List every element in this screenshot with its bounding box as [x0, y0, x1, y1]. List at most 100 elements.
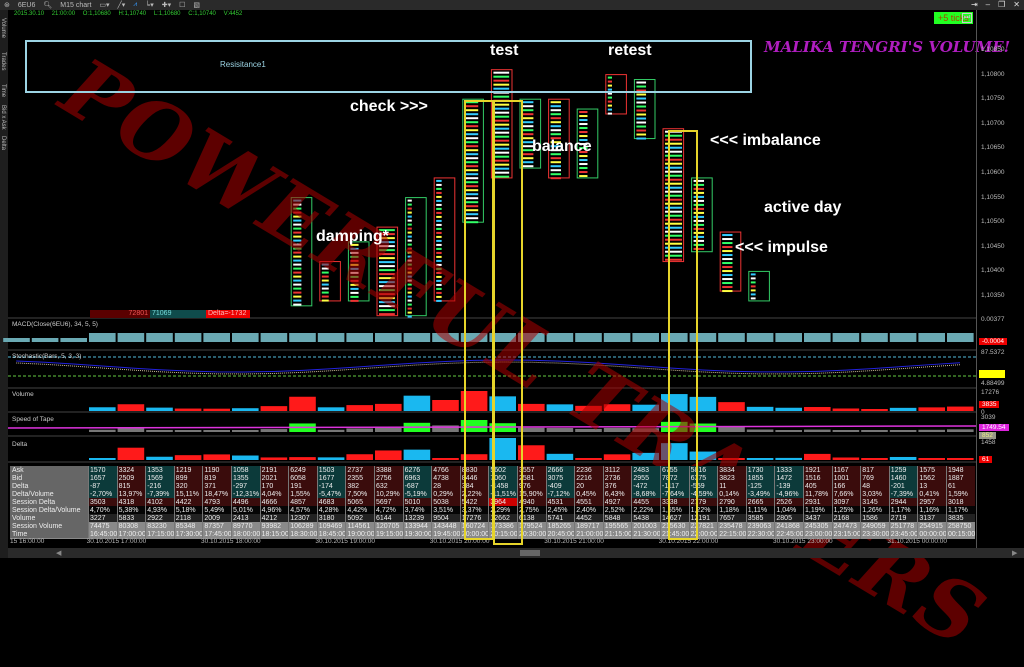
delta-bar: [260, 457, 288, 460]
macd-value-badge: -0.0004: [979, 338, 1008, 345]
cluster-level: [522, 125, 534, 128]
scroll-thumb[interactable]: [520, 550, 540, 556]
cluster-level: [579, 115, 588, 118]
cluster-level: [636, 129, 647, 132]
delta-bar: [346, 454, 373, 460]
annotation-test: test: [490, 42, 519, 59]
speed-bar: [89, 429, 116, 432]
cluster-level: [436, 215, 442, 218]
cluster-level: [293, 283, 302, 286]
cluster-level: [750, 273, 756, 276]
speed-bar: [746, 429, 774, 432]
macd-bar: [89, 333, 116, 342]
price-tick: 1,10550: [981, 193, 1005, 201]
delta-bar: [203, 454, 230, 460]
cluster-level: [550, 125, 561, 128]
time-tick: 30.10.2015 21:00:00: [544, 538, 604, 545]
speed-bar: [889, 430, 917, 432]
ask-total: 72801: [90, 310, 150, 318]
cluster-level: [293, 303, 302, 306]
cluster-level: [722, 266, 733, 269]
cluster-level: [522, 161, 534, 164]
cluster-level: [293, 275, 302, 278]
delta-title: Delta: [12, 441, 28, 448]
cluster-level: [722, 242, 733, 245]
horizontal-scrollbar[interactable]: ◀ ▶: [8, 548, 1024, 558]
scroll-right-icon[interactable]: ▶: [1012, 549, 1017, 557]
speed-title: Speed of Tape: [12, 416, 54, 423]
scroll-left-icon[interactable]: ◀: [56, 549, 61, 557]
window-controls: ⇥ – ❐ ✕: [971, 0, 1020, 9]
volume-bar: [117, 404, 145, 411]
cluster-level: [550, 101, 561, 104]
cluster-level: [722, 262, 733, 265]
cluster-level: [436, 219, 442, 222]
macd-bar: [918, 333, 945, 342]
cluster-level: [321, 299, 329, 302]
scroll-end-icon[interactable]: ⏭: [962, 13, 972, 23]
close-icon[interactable]: ✕: [1013, 0, 1020, 9]
cluster-level: [607, 112, 612, 115]
annotation-imbalance: <<< imbalance: [710, 132, 821, 149]
cluster-level: [722, 246, 733, 249]
delta-bar: [375, 450, 402, 460]
cluster-level: [636, 109, 647, 112]
speed-bar: [918, 429, 945, 432]
price-tick: 1,10350: [981, 292, 1005, 299]
price-tick: 1,10700: [981, 119, 1005, 127]
cluster-level: [579, 163, 588, 166]
resistance-label: Resisitance1: [220, 60, 266, 69]
cluster-level: [436, 235, 442, 238]
volume-bar: [317, 407, 345, 411]
cluster-level: [607, 108, 612, 111]
cluster-level: [407, 211, 412, 214]
volume-title: Volume: [12, 391, 34, 398]
cluster-level: [436, 199, 442, 202]
cluster-level: [636, 105, 647, 108]
minimize-icon[interactable]: –: [986, 0, 990, 9]
volume-bar: [174, 408, 202, 411]
restore-icon[interactable]: ❐: [998, 0, 1005, 9]
cluster-level: [522, 129, 534, 132]
delta-bar: [289, 457, 316, 460]
cluster-level: [750, 281, 756, 284]
volume-bar: [203, 408, 230, 411]
macd-bar: [117, 333, 145, 342]
cluster-level: [293, 287, 302, 290]
speed-bar: [146, 429, 173, 432]
delta-bar: [432, 458, 459, 460]
cluster-level: [636, 125, 647, 128]
cluster-level: [636, 133, 647, 136]
cluster-level: [722, 270, 733, 273]
cluster-level: [579, 135, 588, 138]
cluster-level: [722, 274, 733, 277]
price-tick: 1,10800: [981, 70, 1005, 78]
volume-bar: [889, 407, 917, 411]
macd-bar: [746, 333, 774, 342]
volume-value-badge: 3835: [979, 401, 1000, 408]
volume-bar: [804, 407, 831, 411]
time-tick: 30.10.2015 17:00:00: [86, 538, 147, 545]
cluster-level: [522, 165, 534, 168]
annotation-balance: balance: [532, 138, 592, 155]
volume-bar: [861, 409, 888, 411]
highlight-box-2015: [493, 100, 523, 545]
cluster-level: [579, 123, 588, 126]
cluster-level: [550, 161, 561, 164]
cluster-level: [550, 105, 561, 108]
volume-bar: [89, 407, 116, 411]
cluster-level: [636, 93, 647, 96]
volume-axis-top: 17276: [981, 389, 1000, 396]
price-tick: 1,10750: [981, 95, 1005, 103]
speed-bar: [775, 430, 802, 432]
volume-bar: [289, 396, 316, 411]
volume-bar: [918, 407, 945, 411]
cluster-level: [550, 109, 561, 112]
delta-total: Delta=-1732: [206, 310, 250, 318]
cluster-level: [436, 195, 442, 198]
price-axis[interactable]: 1,10850 1,10800 1,10750 1,10700 1,10650 1,106…: [976, 10, 1024, 548]
cluster-level: [550, 173, 561, 176]
macd-title: MACD(Close(6EU6), 34, 5, 5): [12, 321, 98, 328]
cluster-level: [636, 113, 647, 116]
speed-value-badge: 1749.54: [979, 424, 1009, 431]
